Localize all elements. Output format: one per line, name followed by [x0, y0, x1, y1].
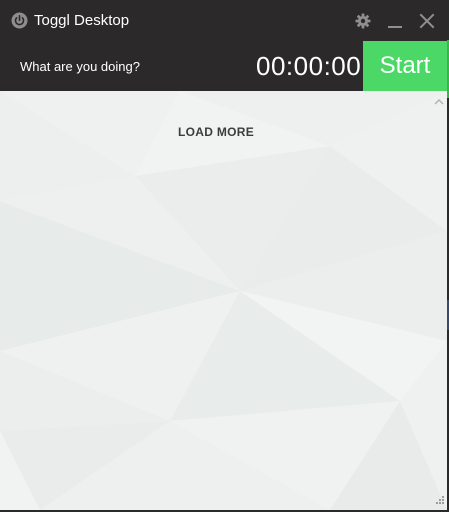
toggl-window: Toggl Desktop What are you doing? 00:00:…	[0, 0, 447, 510]
timer-duration[interactable]: 00:00:00	[256, 51, 361, 81]
time-entries-list: LOAD MORE	[0, 91, 447, 510]
close-icon	[419, 13, 435, 29]
scrollbar[interactable]	[430, 91, 447, 510]
chevron-up-icon[interactable]	[433, 94, 445, 105]
gear-icon	[355, 13, 371, 29]
power-icon	[11, 12, 28, 29]
background-pattern	[0, 91, 447, 510]
close-button[interactable]	[416, 10, 438, 32]
resize-grip-icon[interactable]	[433, 494, 445, 506]
timer-bar: 00:00:00 Start	[0, 41, 447, 91]
description-input[interactable]	[10, 50, 250, 82]
minimize-icon	[387, 13, 403, 29]
minimize-button[interactable]	[384, 10, 406, 32]
start-button[interactable]: Start	[363, 41, 447, 91]
title-bar[interactable]: Toggl Desktop	[0, 0, 447, 41]
settings-button[interactable]	[352, 10, 374, 32]
app-title: Toggl Desktop	[34, 12, 130, 29]
load-more-button[interactable]: LOAD MORE	[166, 125, 266, 139]
